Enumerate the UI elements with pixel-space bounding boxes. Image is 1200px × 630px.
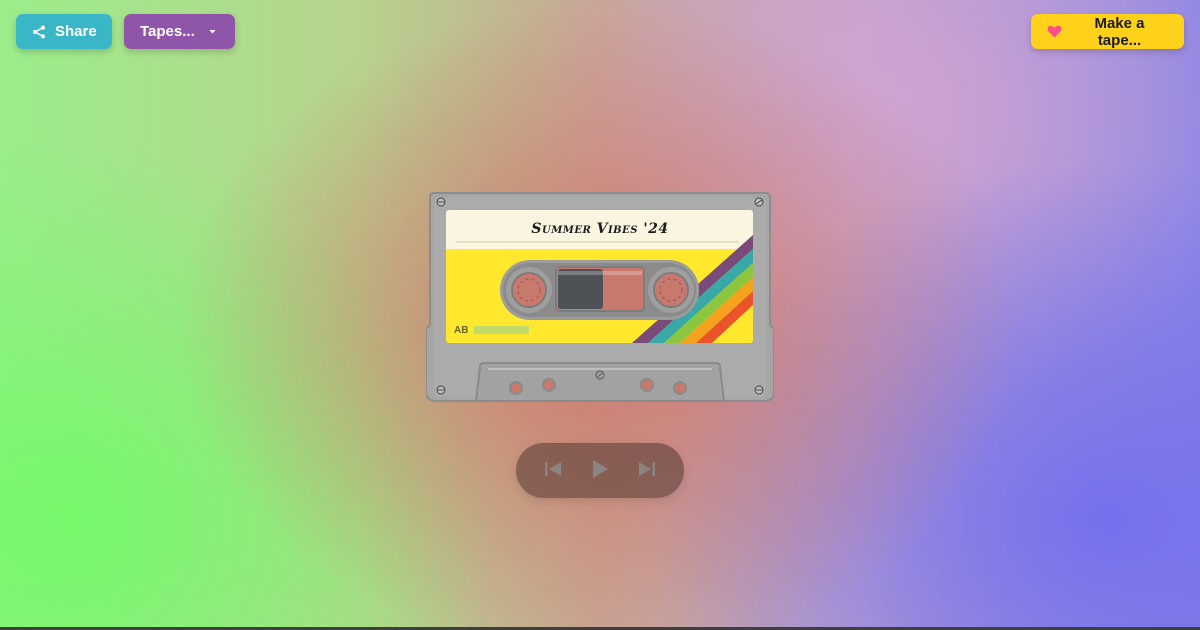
share-button[interactable]: Share [16, 14, 112, 49]
make-tape-button-label: Make a tape... [1094, 14, 1145, 49]
heart-icon [1047, 25, 1062, 38]
cassette-side-label: AB [454, 325, 469, 336]
tapes-button-label: Tapes... [140, 23, 195, 40]
play-button[interactable] [585, 456, 615, 486]
make-tape-button[interactable]: Make a tape... [1031, 14, 1184, 49]
skip-forward-button[interactable] [632, 456, 662, 486]
skip-back-button[interactable] [538, 456, 568, 486]
play-icon [591, 459, 609, 483]
tapes-dropdown-button[interactable]: Tapes... [124, 14, 235, 49]
share-button-label: Share [55, 23, 97, 40]
playback-controls [516, 443, 684, 498]
skip-forward-icon [638, 461, 656, 481]
caret-down-icon [208, 29, 217, 35]
cassette-title: Summer Vibes '24 [531, 221, 669, 237]
skip-back-icon [544, 461, 562, 481]
share-icon [32, 25, 46, 39]
